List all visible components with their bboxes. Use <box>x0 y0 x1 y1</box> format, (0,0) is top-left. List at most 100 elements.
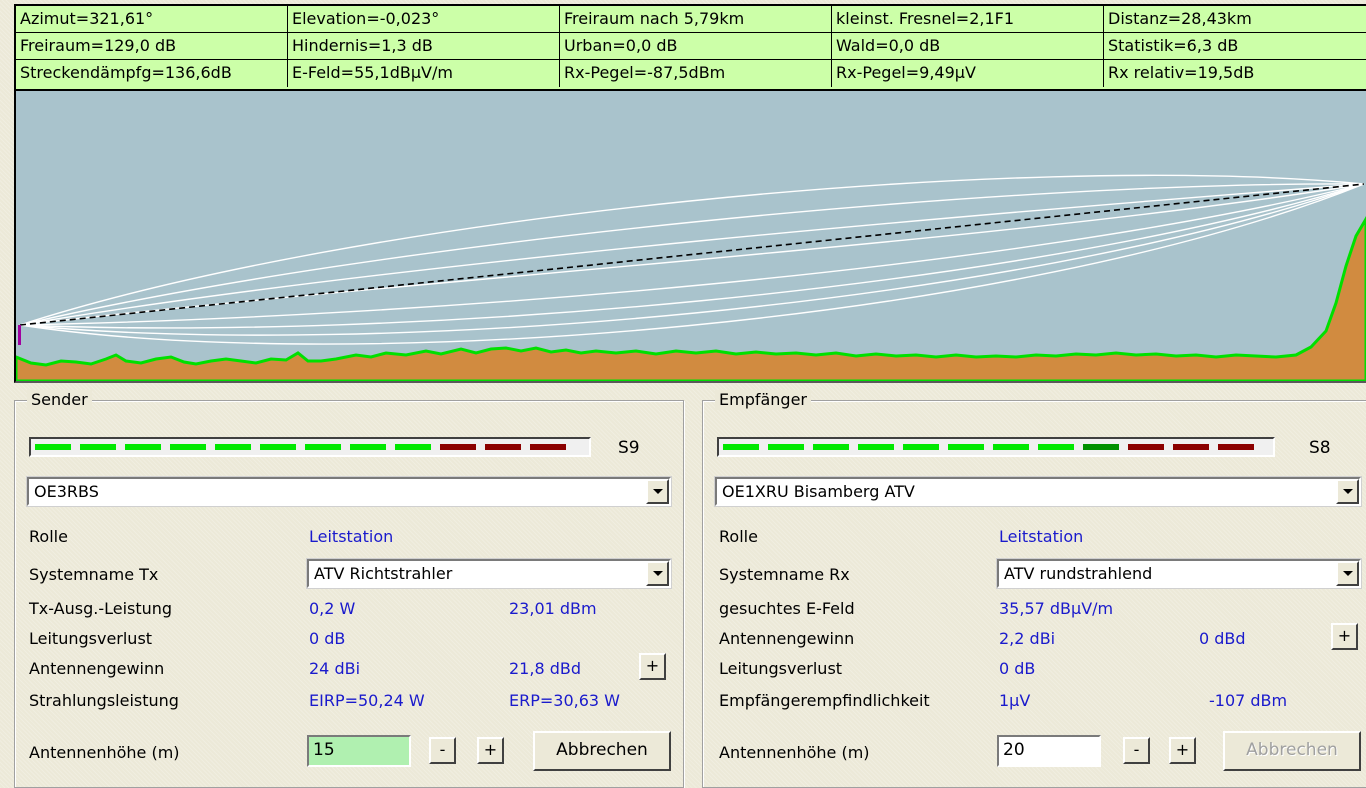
path-info-table: Azimut=321,61° Elevation=-0,023° Freirau… <box>14 4 1366 91</box>
receiver-panel-title: Empfänger <box>715 390 812 410</box>
sender-loss-label: Leitungsverlust <box>29 629 153 648</box>
meter-segment <box>305 444 341 450</box>
receiver-system-select[interactable]: ATV rundstrahlend <box>996 558 1362 589</box>
meter-segment <box>1038 444 1074 450</box>
dropdown-arrow-icon[interactable] <box>646 561 669 586</box>
receiver-system-value: ATV rundstrahlend <box>1004 564 1153 583</box>
receiver-loss-label: Leitungsverlust <box>719 659 843 678</box>
sender-station-value: OE3RBS <box>34 482 99 501</box>
sender-erp-value: ERP=30,63 W <box>509 691 620 710</box>
receiver-panel: Empfänger S8 OE1XRU Bisamberg ATV Rolle … <box>702 390 1366 788</box>
receiver-height-plus-button[interactable]: + <box>1169 737 1196 764</box>
receiver-gain-plus-button[interactable]: + <box>1331 623 1358 650</box>
receiver-gain-label: Antennengewinn <box>719 629 855 648</box>
min-fresnel-value: kleinst. Fresnel=2,1F1 <box>832 6 1104 32</box>
statistic-loss-value: Statistik=6,3 dB <box>1108 36 1239 55</box>
receiver-rolle-label: Rolle <box>719 527 758 546</box>
elevation-value: Elevation=-0,023° <box>288 6 560 32</box>
sender-system-label: Systemname Tx <box>29 565 159 584</box>
info-row-levels: Streckendämpfg=136,6dB E-Feld=55,1dBµV/m… <box>16 60 1366 87</box>
fresnel-zones <box>19 174 1365 345</box>
sender-power-dbm: 23,01 dBm <box>509 599 597 618</box>
sender-gain-label: Antennengewinn <box>29 659 165 678</box>
terrain-profile-svg <box>16 174 1366 381</box>
meter-segment <box>993 444 1029 450</box>
line-of-sight <box>19 183 1365 326</box>
free-space-loss-value: Freiraum=129,0 dB <box>16 33 288 59</box>
urban-loss-value: Urban=0,0 dB <box>560 33 832 59</box>
meter-segment <box>350 444 386 450</box>
meter-segment <box>903 444 939 450</box>
sender-power-watt: 0,2 W <box>309 599 356 618</box>
meter-segment <box>530 444 566 450</box>
distance-value: Distanz=28,43km <box>1108 9 1252 28</box>
fresnel-zone-3 <box>19 183 1365 336</box>
sender-signal-meter <box>29 437 591 457</box>
receiver-sensitivity-dbm: -107 dBm <box>1209 691 1288 710</box>
sender-eirp-value: EIRP=50,24 W <box>309 691 425 710</box>
dropdown-arrow-icon[interactable] <box>646 479 669 504</box>
meter-segment <box>35 444 71 450</box>
receiver-station-value: OE1XRU Bisamberg ATV <box>722 482 915 501</box>
receiver-signal-meter <box>717 437 1275 457</box>
meter-segment <box>1173 444 1209 450</box>
sender-height-plus-button[interactable]: + <box>477 737 504 764</box>
meter-segment <box>440 444 476 450</box>
sender-height-label: Antennenhöhe (m) <box>29 743 180 762</box>
receiver-s-meter-label: S8 <box>1309 438 1331 458</box>
sender-station-select[interactable]: OE3RBS <box>26 476 672 507</box>
receiver-gain-dbd: 0 dBd <box>1199 629 1246 648</box>
meter-segment <box>215 444 251 450</box>
sender-power-label: Tx-Ausg.-Leistung <box>29 599 173 618</box>
receiver-field-label: gesuchtes E-Feld <box>719 599 855 618</box>
path-loss-value: Streckendämpfg=136,6dB <box>16 60 288 87</box>
receiver-sensitivity-label: Empfängerempfindlichkeit <box>719 691 930 710</box>
tx-antenna-marker <box>18 325 21 345</box>
receiver-station-select[interactable]: OE1XRU Bisamberg ATV <box>714 476 1362 507</box>
sender-height-input[interactable]: 15 <box>307 735 411 767</box>
meter-segment <box>723 444 759 450</box>
sender-rolle-value: Leitstation <box>309 527 394 546</box>
meter-segment <box>1128 444 1164 450</box>
obstacle-loss-value: Hindernis=1,3 dB <box>288 33 560 59</box>
sender-radiated-label: Strahlungsleistung <box>29 691 179 710</box>
meter-segment <box>948 444 984 450</box>
sender-s-meter-label: S9 <box>618 438 640 458</box>
sender-gain-plus-button[interactable]: + <box>639 653 666 680</box>
terrain-area <box>16 216 1366 381</box>
sender-system-value: ATV Richtstrahler <box>314 564 453 583</box>
clearance-distance-value: Freiraum nach 5,79km <box>560 6 832 32</box>
rx-level-uv-value: Rx-Pegel=9,49µV <box>832 60 1104 87</box>
e-field-value: E-Feld=55,1dBµV/m <box>288 60 560 87</box>
meter-segment <box>858 444 894 450</box>
meter-segment <box>1218 444 1254 450</box>
receiver-gain-dbi: 2,2 dBi <box>999 629 1056 648</box>
receiver-field-value: 35,57 dBµV/m <box>999 599 1114 618</box>
azimuth-value: Azimut=321,61° <box>16 6 288 32</box>
dropdown-arrow-icon[interactable] <box>1336 479 1359 504</box>
sender-gain-dbi: 24 dBi <box>309 659 361 678</box>
receiver-height-label: Antennenhöhe (m) <box>719 743 870 762</box>
terrain-profile-view <box>14 91 1366 383</box>
sender-height-minus-button[interactable]: - <box>429 737 456 764</box>
meter-segment <box>80 444 116 450</box>
sender-rolle-label: Rolle <box>29 527 68 546</box>
meter-segment <box>170 444 206 450</box>
receiver-cancel-button[interactable]: Abbrechen <box>1223 731 1361 771</box>
rx-relative-value: Rx relativ=19,5dB <box>1108 63 1255 82</box>
receiver-height-input[interactable]: 20 <box>997 735 1101 767</box>
receiver-sensitivity-uv: 1µV <box>999 691 1031 710</box>
receiver-rolle-value: Leitstation <box>999 527 1084 546</box>
sender-panel: Sender S9 OE3RBS Rolle Leitstation Syste… <box>14 390 684 788</box>
dropdown-arrow-icon[interactable] <box>1336 561 1359 586</box>
sender-system-select[interactable]: ATV Richtstrahler <box>306 558 672 589</box>
meter-segment <box>395 444 431 450</box>
meter-segment <box>485 444 521 450</box>
rx-level-dbm-value: Rx-Pegel=-87,5dBm <box>560 60 832 87</box>
meter-segment <box>260 444 296 450</box>
sender-gain-dbd: 21,8 dBd <box>509 659 581 678</box>
receiver-system-label: Systemname Rx <box>719 565 850 584</box>
forest-loss-value: Wald=0,0 dB <box>832 33 1104 59</box>
sender-cancel-button[interactable]: Abbrechen <box>533 731 671 771</box>
receiver-height-minus-button[interactable]: - <box>1123 737 1150 764</box>
